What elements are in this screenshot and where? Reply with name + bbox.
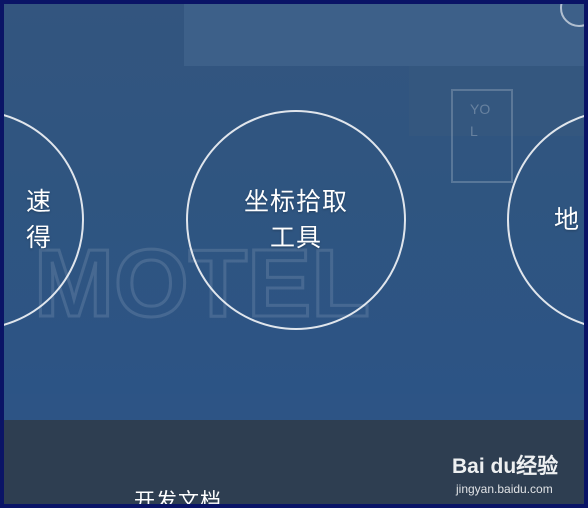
watermark-url: jingyan.baidu.com xyxy=(456,482,553,496)
feature-circle-right-line1: 地 xyxy=(553,205,580,234)
coordinate-picker-button[interactable]: 坐标拾取 工具 xyxy=(186,110,406,330)
feature-circle-left-line2: 得 xyxy=(25,223,52,252)
bg-sign-text: YO xyxy=(470,101,490,117)
feature-circle-left-label: 速 得 xyxy=(26,184,52,256)
hero-banner: YO L MOTEL 速 得 坐标拾取 工具 地 xyxy=(4,4,584,420)
watermark-brand: Bai du经验 xyxy=(452,455,559,478)
feature-circle-left-line1: 速 xyxy=(25,187,52,216)
coordinate-picker-line1: 坐标拾取 xyxy=(243,187,348,216)
coordinate-picker-line2: 工具 xyxy=(269,223,322,252)
bg-window-panel xyxy=(184,4,584,66)
screenshot-frame: YO L MOTEL 速 得 坐标拾取 工具 地 开发文档 Bai du经验 j… xyxy=(0,0,588,508)
footer-bar: 开发文档 Bai du经验 jingyan.baidu.com xyxy=(4,420,584,504)
bg-wall-panel xyxy=(409,66,584,136)
coordinate-picker-label: 坐标拾取 工具 xyxy=(244,184,348,256)
baidu-jingyan-watermark: Bai du经验 jingyan.baidu.com xyxy=(452,450,576,498)
dev-docs-link[interactable]: 开发文档 xyxy=(134,485,222,504)
bg-lower-band xyxy=(4,394,584,420)
bg-sign-text-2: L xyxy=(470,123,478,139)
feature-circle-right-label: 地 xyxy=(554,202,580,238)
